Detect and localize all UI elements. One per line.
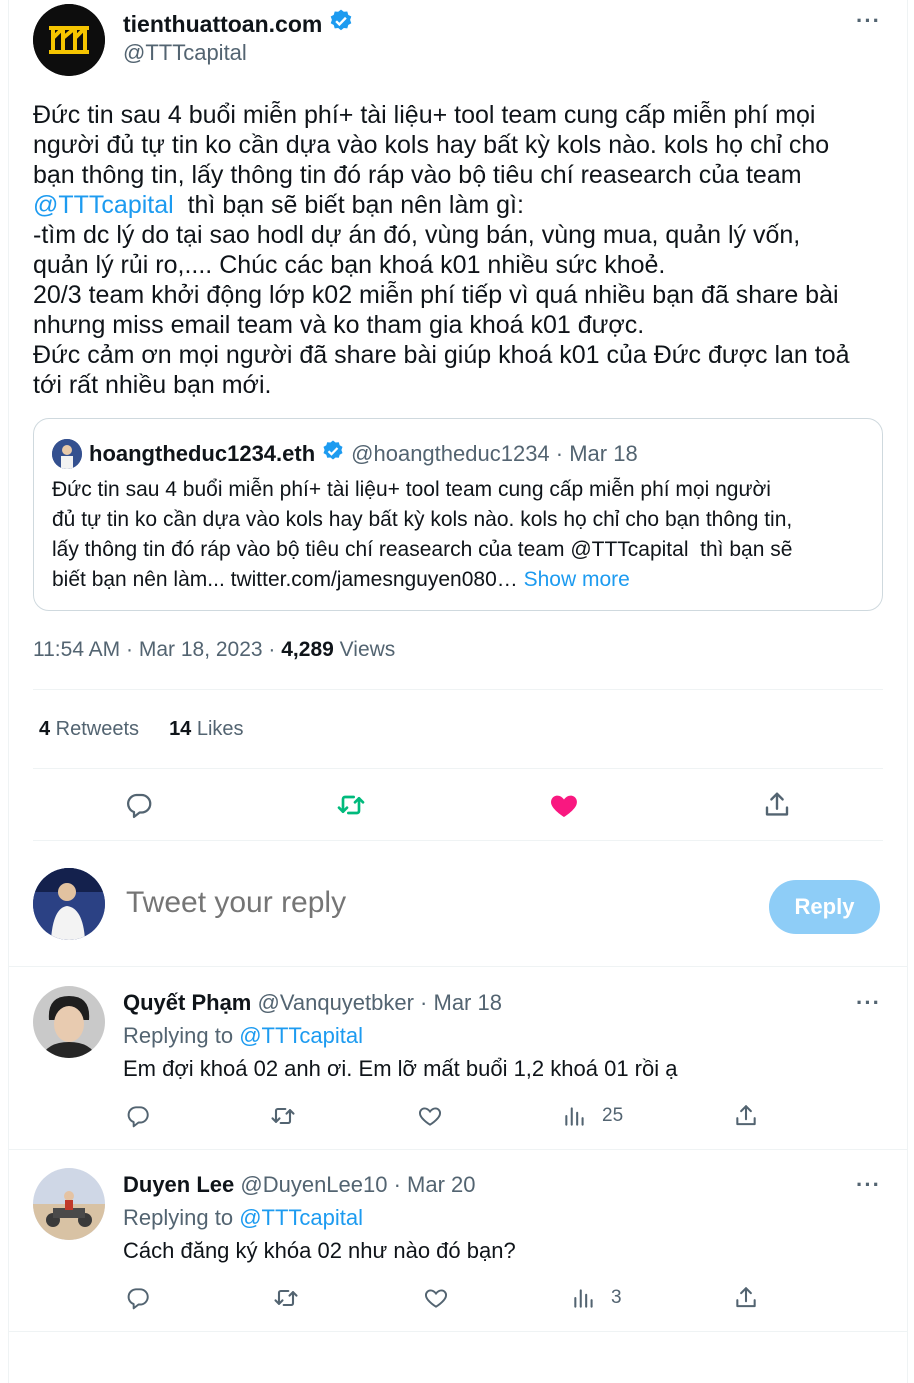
divider: [9, 1149, 907, 1150]
retweet-icon[interactable]: [269, 1282, 303, 1314]
likes-count: 14: [169, 718, 192, 740]
replying-to: Replying to @TTTcapital: [123, 1023, 363, 1049]
reply-author-name[interactable]: Duyen Lee: [123, 1172, 234, 1197]
tweet-timestamp: 11:54 AM · Mar 18, 2023 · 4,289 Views: [33, 638, 395, 662]
verified-badge-icon: [328, 8, 354, 40]
current-user-avatar[interactable]: [33, 868, 105, 940]
views-count: 3: [611, 1287, 622, 1308]
more-options-icon[interactable]: ···: [856, 8, 881, 34]
views-count: 25: [602, 1105, 624, 1126]
like-icon[interactable]: [413, 1100, 447, 1132]
reply-header: Quyết Phạm @Vanquyetbker · Mar 18: [123, 990, 502, 1016]
share-icon[interactable]: [730, 1282, 762, 1314]
tweet-time[interactable]: 11:54 AM · Mar 18, 2023 ·: [33, 638, 281, 661]
retweets-count: 4: [39, 718, 51, 740]
retweet-icon[interactable]: [332, 786, 370, 824]
divider: [33, 768, 883, 769]
quoted-tweet-text: Đức tin sau 4 buổi miễn phí+ tài liệu+ t…: [52, 475, 872, 595]
reply-icon[interactable]: [120, 786, 158, 824]
reply-text: Cách đăng ký khóa 02 như nào đó bạn?: [123, 1238, 516, 1263]
more-options-icon[interactable]: ···: [856, 1172, 881, 1198]
reply-author-avatar[interactable]: [33, 1168, 105, 1240]
reply-button[interactable]: Reply: [769, 880, 880, 934]
mention-link[interactable]: @TTTcapital: [33, 191, 174, 219]
author-handle[interactable]: @TTTcapital: [123, 40, 247, 66]
reply-author-name[interactable]: Quyết Phạm: [123, 990, 251, 1015]
share-icon[interactable]: [730, 1100, 762, 1132]
author-avatar[interactable]: [33, 4, 105, 76]
author-name-text[interactable]: tienthuattoan.com: [123, 11, 322, 38]
views-label: Views: [333, 638, 396, 661]
likes-label: Likes: [191, 718, 244, 740]
reply-icon[interactable]: [122, 1282, 154, 1314]
divider: [33, 840, 883, 841]
quoted-author-name[interactable]: hoangtheduc1234.eth: [89, 441, 315, 467]
share-icon[interactable]: [758, 786, 796, 824]
retweet-icon[interactable]: [266, 1100, 300, 1132]
reply-meta: @Vanquyetbker · Mar 18: [251, 990, 502, 1015]
like-icon[interactable]: [419, 1282, 453, 1314]
like-icon[interactable]: [545, 786, 583, 824]
tweet-text-part-1: Đức tin sau 4 buổi miễn phí+ tài liệu+ t…: [33, 101, 830, 189]
views-count: 4,289: [281, 638, 334, 661]
quoted-tweet-body: Đức tin sau 4 buổi miễn phí+ tài liệu+ t…: [52, 478, 793, 591]
engagement-stats: 4 Retweets 14 Likes: [39, 718, 244, 741]
show-more-link[interactable]: Show more: [524, 568, 630, 591]
quoted-tweet-header: hoangtheduc1234.eth @hoangtheduc1234 · M…: [89, 439, 638, 469]
quoted-tweet-card[interactable]: hoangtheduc1234.eth @hoangtheduc1234 · M…: [33, 418, 883, 611]
replying-label: Replying to: [123, 1205, 240, 1230]
retweets-stat[interactable]: 4 Retweets: [39, 718, 139, 741]
reply-icon[interactable]: [122, 1100, 154, 1132]
likes-stat[interactable]: 14 Likes: [169, 718, 244, 741]
views-stat[interactable]: 3: [571, 1282, 622, 1314]
retweets-label: Retweets: [50, 718, 140, 740]
replying-mention[interactable]: @TTTcapital: [239, 1023, 363, 1048]
views-stat[interactable]: 25: [562, 1100, 623, 1132]
reply-meta: @DuyenLee10 · Mar 20: [234, 1172, 476, 1197]
views-icon: [562, 1103, 588, 1129]
divider: [33, 689, 883, 690]
views-icon: [571, 1285, 597, 1311]
reply-text: Em đợi khoá 02 anh ơi. Em lỡ mất buổi 1,…: [123, 1056, 678, 1081]
replying-to: Replying to @TTTcapital: [123, 1205, 363, 1231]
replying-mention[interactable]: @TTTcapital: [239, 1205, 363, 1230]
reply-author-avatar[interactable]: [33, 986, 105, 1058]
more-options-icon[interactable]: ···: [856, 990, 881, 1016]
quoted-author-avatar[interactable]: [52, 439, 82, 469]
reply-header: Duyen Lee @DuyenLee10 · Mar 20: [123, 1172, 476, 1198]
reply-input[interactable]: [126, 886, 726, 920]
replying-label: Replying to: [123, 1023, 240, 1048]
quoted-tweet-meta: @hoangtheduc1234 · Mar 18: [351, 441, 638, 466]
divider: [9, 966, 907, 967]
tweet-text: Đức tin sau 4 buổi miễn phí+ tài liệu+ t…: [33, 100, 883, 400]
verified-badge-icon: [321, 439, 345, 469]
tweet-text-part-2: thì bạn sẽ biết bạn nên làm gì: -tìm dc …: [33, 191, 850, 399]
author-name[interactable]: tienthuattoan.com: [123, 8, 354, 40]
divider: [9, 1331, 907, 1332]
